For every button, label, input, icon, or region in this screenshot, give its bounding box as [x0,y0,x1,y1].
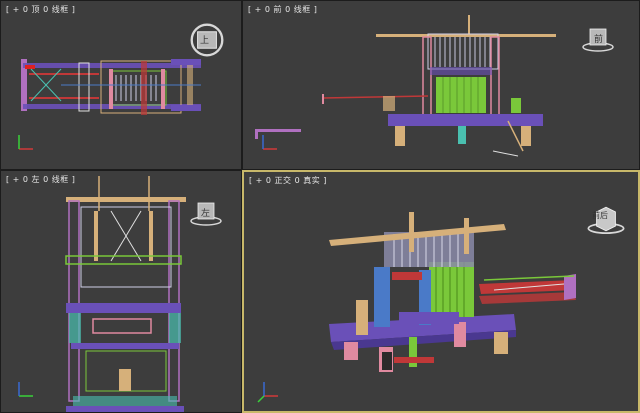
axis-tripod-icon [18,382,33,397]
viewport-perspective[interactable]: [ + 0 正交 0 真实 ] 前后 [242,170,640,413]
viewport-top[interactable]: [ + 0 顶 0 线框 ] 上 [0,0,242,170]
viewcube-label-left[interactable]: 左 [201,206,210,219]
viewport-front[interactable]: [ + 0 前 0 线框 ] 前 [242,0,640,170]
viewcube-label-top[interactable]: 上 [200,33,209,46]
axis-tripod-icon [18,135,33,150]
model-shaded-perspective [329,212,576,372]
viewport-left[interactable]: [ + 0 左 0 线框 ] 左 [0,170,242,413]
viewcube-label-front[interactable]: 前 [594,32,603,45]
axis-tripod-icon [262,135,277,150]
axis-tripod-icon [257,382,278,403]
viewcube-label-persp[interactable]: 前后 [592,210,608,221]
